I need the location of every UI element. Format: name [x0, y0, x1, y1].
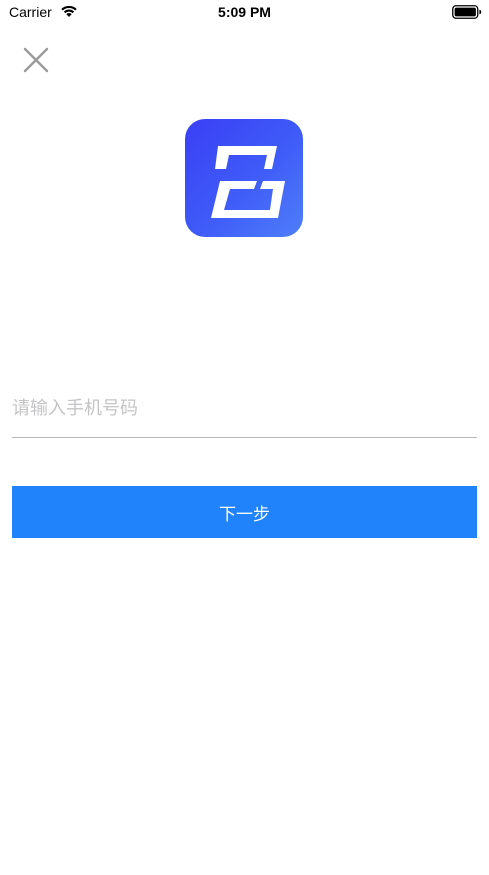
battery-icon: [452, 5, 482, 19]
phone-input[interactable]: [12, 390, 476, 426]
logo-mark-icon: [211, 146, 285, 218]
app-logo: [185, 119, 303, 237]
input-underline: [12, 437, 477, 438]
next-button[interactable]: 下一步: [12, 486, 477, 538]
status-time: 5:09 PM: [218, 4, 271, 20]
status-bar: Carrier 5:09 PM: [0, 0, 489, 26]
close-icon[interactable]: [21, 45, 51, 75]
